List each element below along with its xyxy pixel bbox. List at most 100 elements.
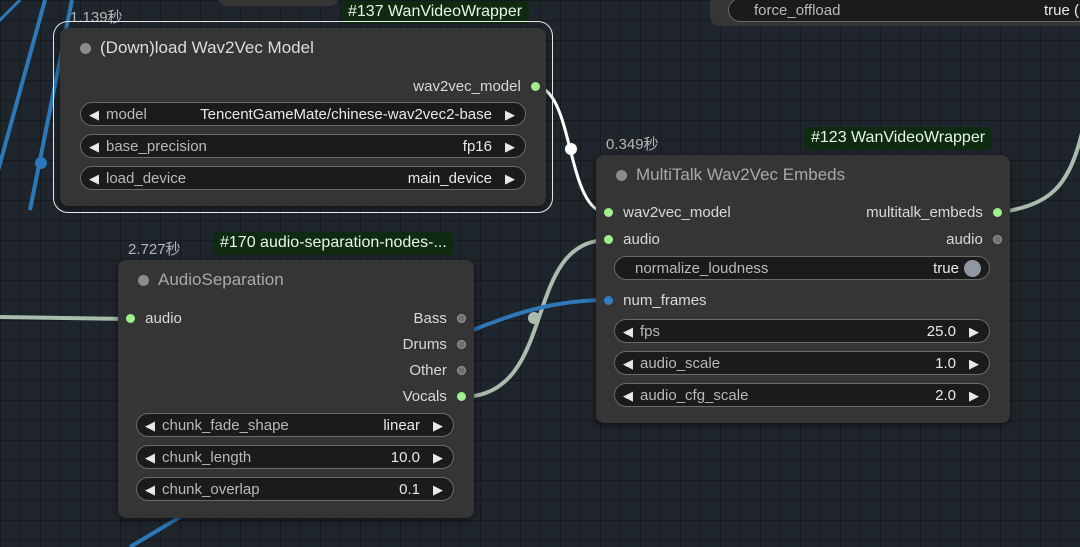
model-widget[interactable]: ◀ model TencentGameMate/chinese-wav2vec2…	[80, 102, 526, 126]
node-load-wav2vec[interactable]: (Down)load Wav2Vec Model wav2vec_model ◀…	[53, 21, 553, 213]
widget-value: TencentGameMate/chinese-wav2vec2-base	[200, 106, 492, 123]
input-socket-icon[interactable]	[604, 295, 613, 305]
input-label: wav2vec_model	[623, 204, 731, 221]
node123-input-audio[interactable]: audio	[604, 230, 660, 250]
node-audio-separation[interactable]: AudioSeparation audio Bass Drums Other V…	[118, 260, 474, 518]
node123-input-wav2vec[interactable]: wav2vec_model	[604, 203, 731, 223]
left-arrow-icon[interactable]: ◀	[623, 352, 633, 376]
right-arrow-icon[interactable]: ▶	[969, 320, 979, 344]
node170-exec-time: 2.727秒	[128, 241, 181, 258]
node170-output-drums[interactable]: Drums	[403, 335, 466, 355]
widget-value: 10.0	[390, 449, 420, 466]
node123-output-audio[interactable]: audio	[946, 230, 1002, 250]
widget-name: chunk_fade_shape	[162, 417, 289, 434]
output-label: wav2vec_model	[413, 78, 521, 95]
collapse-dot-icon[interactable]	[138, 275, 149, 286]
partial-node-left	[218, 0, 338, 6]
widget-value: main_device	[407, 170, 492, 187]
input-socket-icon[interactable]	[126, 313, 135, 323]
left-arrow-icon[interactable]: ◀	[145, 414, 155, 438]
chunk-length-widget[interactable]: ◀ chunk_length 10.0 ▶	[136, 445, 454, 469]
widget-name: audio_scale	[640, 355, 721, 372]
node170-output-other[interactable]: Other	[409, 361, 466, 381]
output-socket-icon[interactable]	[993, 234, 1002, 244]
widget-value: 2.0	[935, 387, 956, 404]
audio-cfg-scale-widget[interactable]: ◀ audio_cfg_scale 2.0 ▶	[614, 383, 990, 407]
widget-value: true	[933, 260, 959, 277]
node123-badge: #123 WanVideoWrapper	[804, 127, 993, 150]
node123-input-num-frames[interactable]: num_frames	[604, 291, 707, 311]
node170-output-bass[interactable]: Bass	[413, 309, 466, 329]
left-arrow-icon[interactable]: ◀	[145, 478, 155, 502]
output-label: Bass	[413, 310, 447, 327]
right-arrow-icon[interactable]: ▶	[969, 384, 979, 408]
wire-reroute-dot	[35, 157, 47, 169]
output-socket-icon[interactable]	[993, 207, 1002, 217]
chunk-fade-shape-widget[interactable]: ◀ chunk_fade_shape linear ▶	[136, 413, 454, 437]
right-arrow-icon[interactable]: ▶	[433, 478, 443, 502]
output-label: multitalk_embeds	[866, 204, 983, 221]
left-arrow-icon[interactable]: ◀	[89, 103, 99, 127]
output-socket-icon[interactable]	[457, 391, 466, 401]
widget-value: 1.0	[935, 355, 956, 372]
right-arrow-icon[interactable]: ▶	[505, 103, 515, 127]
output-socket-icon[interactable]	[457, 365, 466, 375]
node137-title-bar[interactable]: (Down)load Wav2Vec Model	[60, 28, 546, 68]
right-arrow-icon[interactable]: ▶	[433, 414, 443, 438]
widget-value: 25.0	[926, 323, 956, 340]
wire-vocals-midpoint	[528, 312, 540, 324]
left-arrow-icon[interactable]: ◀	[623, 320, 633, 344]
left-arrow-icon[interactable]: ◀	[89, 167, 99, 191]
left-arrow-icon[interactable]: ◀	[145, 446, 155, 470]
node123-title-bar[interactable]: MultiTalk Wav2Vec Embeds	[596, 155, 1010, 195]
force-offload-label: force_offload	[754, 2, 841, 19]
widget-name: load_device	[106, 170, 187, 187]
wire-blue-left-3	[0, 0, 22, 23]
left-arrow-icon[interactable]: ◀	[89, 135, 99, 159]
load-device-widget[interactable]: ◀ load_device main_device ▶	[80, 166, 526, 190]
wire-wav2vec-midpoint	[565, 143, 577, 155]
base-precision-widget[interactable]: ◀ base_precision fp16 ▶	[80, 134, 526, 158]
node170-output-vocals[interactable]: Vocals	[403, 387, 466, 407]
left-arrow-icon[interactable]: ◀	[623, 384, 633, 408]
node170-badge: #170 audio-separation-nodes-...	[213, 232, 454, 255]
widget-value: 0.1	[399, 481, 420, 498]
output-socket-icon[interactable]	[457, 339, 466, 349]
node137-output-wav2vec[interactable]: wav2vec_model	[413, 77, 540, 97]
toggle-knob-icon[interactable]	[964, 260, 981, 277]
right-arrow-icon[interactable]: ▶	[505, 135, 515, 159]
node123-title: MultiTalk Wav2Vec Embeds	[636, 165, 846, 184]
input-socket-icon[interactable]	[604, 207, 613, 217]
output-label: Drums	[402, 336, 447, 353]
force-offload-widget[interactable]: force_offload true (	[728, 0, 1080, 22]
node170-title-bar[interactable]: AudioSeparation	[118, 260, 474, 300]
output-socket-icon[interactable]	[457, 313, 466, 323]
node123-output-embeds[interactable]: multitalk_embeds	[866, 203, 1002, 223]
input-label: audio	[145, 310, 182, 327]
input-label: audio	[623, 231, 660, 248]
chunk-overlap-widget[interactable]: ◀ chunk_overlap 0.1 ▶	[136, 477, 454, 501]
right-arrow-icon[interactable]: ▶	[505, 167, 515, 191]
widget-name: chunk_overlap	[162, 481, 260, 498]
node137-badge: #137 WanVideoWrapper	[341, 1, 530, 24]
collapse-dot-icon[interactable]	[80, 43, 91, 54]
node123-exec-time: 0.349秒	[606, 136, 659, 153]
audio-scale-widget[interactable]: ◀ audio_scale 1.0 ▶	[614, 351, 990, 375]
collapse-dot-icon[interactable]	[616, 170, 627, 181]
node170-input-audio[interactable]: audio	[126, 309, 182, 329]
output-socket-icon[interactable]	[531, 81, 540, 91]
widget-name: audio_cfg_scale	[640, 387, 749, 404]
widget-name: base_precision	[106, 138, 207, 155]
normalize-loudness-toggle[interactable]: normalize_loudness true	[614, 256, 990, 280]
widget-name: fps	[640, 323, 661, 340]
input-socket-icon[interactable]	[604, 234, 613, 244]
output-label: audio	[946, 231, 983, 248]
node-multitalk-embeds[interactable]: MultiTalk Wav2Vec Embeds wav2vec_model m…	[596, 155, 1010, 423]
fps-widget[interactable]: ◀ fps 25.0 ▶	[614, 319, 990, 343]
right-arrow-icon[interactable]: ▶	[433, 446, 443, 470]
partial-node-top: force_offload true (	[710, 0, 1080, 26]
node137-exec-time: 1.139秒	[70, 9, 123, 26]
right-arrow-icon[interactable]: ▶	[969, 352, 979, 376]
wire-audio-in	[0, 315, 131, 321]
node170-title: AudioSeparation	[158, 270, 284, 289]
